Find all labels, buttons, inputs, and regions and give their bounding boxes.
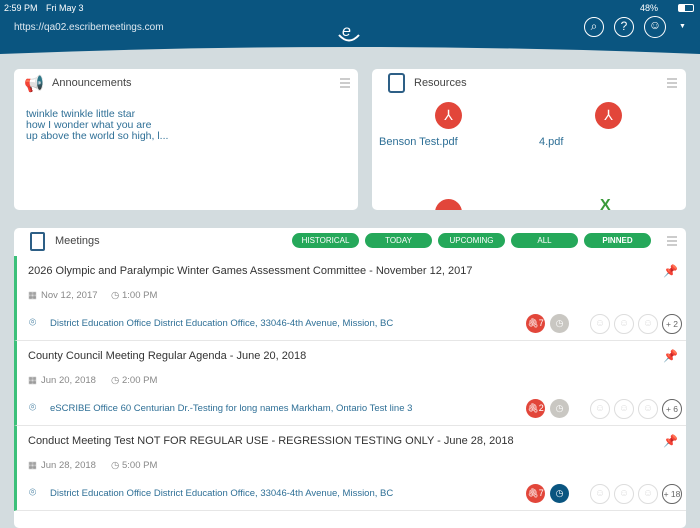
pdf-icon[interactable]: ⅄ <box>435 102 462 129</box>
clock-icon: ◷ <box>111 460 120 471</box>
meeting-location[interactable]: District Education Office District Educa… <box>50 318 393 329</box>
announcement-line: up above the world so high, l... <box>26 130 169 142</box>
attendee-avatar: ☺ <box>638 484 658 504</box>
status-date: Fri May 3 <box>46 3 84 13</box>
location-pin-icon: ⌾ <box>29 400 37 414</box>
clock-icon: ◷ <box>111 375 120 386</box>
meeting-date: Jun 28, 2018 <box>41 460 96 471</box>
meeting-title[interactable]: Conduct Meeting Test NOT FOR REGULAR USE… <box>28 435 514 447</box>
app-header: 2:59 PM Fri May 3 48% https://qa02.escri… <box>0 0 700 60</box>
search-icon[interactable]: ⌕ <box>584 17 604 37</box>
user-menu-chevron-icon[interactable]: ▼ <box>679 23 686 30</box>
clock-status-icon[interactable]: ◷ <box>550 314 569 333</box>
pin-icon[interactable]: 📌 <box>663 349 678 363</box>
meetings-title: Meetings <box>55 235 100 247</box>
announcement-text[interactable]: twinkle twinkle little star how I wonder… <box>26 109 168 142</box>
attachment-count: 7 <box>538 488 544 498</box>
svg-text:e: e <box>342 23 351 40</box>
attendee-avatar: ☺ <box>614 399 634 419</box>
announcements-title: Announcements <box>52 77 132 89</box>
meeting-row[interactable]: 2026 Olympic and Paralympic Winter Games… <box>14 256 686 341</box>
filter-upcoming[interactable]: UPCOMING <box>438 233 505 248</box>
attendee-avatar: ☺ <box>590 484 610 504</box>
filter-all[interactable]: ALL <box>511 233 578 248</box>
attachment-count: 2 <box>538 403 544 413</box>
more-attendees-count[interactable]: + 2 <box>662 314 682 334</box>
document-icon <box>388 73 405 93</box>
location-pin-icon: ⌾ <box>29 315 37 329</box>
battery-level: 48% <box>640 3 659 13</box>
site-url: https://qa02.escribemeetings.com <box>14 22 164 33</box>
more-attendees-count[interactable]: + 6 <box>662 399 682 419</box>
meeting-row[interactable]: Conduct Meeting Test NOT FOR REGULAR USE… <box>14 426 686 511</box>
attachment-count: 7 <box>538 318 544 328</box>
calendar-icon: ▦ <box>28 375 37 386</box>
meeting-time: 5:00 PM <box>122 460 158 471</box>
more-attendees-count[interactable]: + 18 <box>662 484 682 504</box>
meeting-title[interactable]: 2026 Olympic and Paralympic Winter Games… <box>28 265 472 277</box>
resource-file-link[interactable]: Benson Test.pdf <box>379 136 458 148</box>
filter-today[interactable]: TODAY <box>365 233 432 248</box>
attendee-avatar: ☺ <box>590 399 610 419</box>
clock-icon: ◷ <box>111 290 120 301</box>
clock-status-icon[interactable]: ◷ <box>550 399 569 418</box>
meetings-card: Meetings HISTORICAL TODAY UPCOMING ALL P… <box>14 228 686 528</box>
calendar-icon: ▦ <box>28 460 37 471</box>
attachments-badge[interactable]: 🖇7 <box>526 484 545 503</box>
resources-title: Resources <box>414 77 467 89</box>
list-view-icon[interactable] <box>340 78 350 88</box>
calendar-icon: ▦ <box>28 290 37 301</box>
user-avatar-icon[interactable]: ☺ <box>644 16 666 38</box>
battery-icon <box>678 4 694 12</box>
filter-historical[interactable]: HISTORICAL <box>292 233 359 248</box>
attendee-avatar: ☺ <box>638 399 658 419</box>
meeting-title[interactable]: County Council Meeting Regular Agenda - … <box>28 350 306 362</box>
grid-view-icon[interactable] <box>667 236 677 246</box>
announcements-card: 📢 Announcements twinkle twinkle little s… <box>14 69 358 210</box>
pdf-icon[interactable]: ⅄ <box>595 102 622 129</box>
megaphone-icon: 📢 <box>24 76 44 93</box>
help-icon[interactable]: ? <box>614 17 634 37</box>
list-view-icon[interactable] <box>667 78 677 88</box>
resource-file-link[interactable]: 4.pdf <box>539 136 563 148</box>
meeting-time: 2:00 PM <box>122 375 158 386</box>
pin-icon[interactable]: 📌 <box>663 434 678 448</box>
attendee-avatar: ☺ <box>638 314 658 334</box>
attendee-avatar: ☺ <box>614 484 634 504</box>
resources-card: Resources ⅄ Benson Test.pdf ⅄ 4.pdf X <box>372 69 686 210</box>
status-time: 2:59 PM <box>4 3 38 13</box>
escribe-logo: e <box>338 23 360 42</box>
meeting-date: Nov 12, 2017 <box>41 290 98 301</box>
meeting-location[interactable]: eSCRIBE Office 60 Centurian Dr.-Testing … <box>50 403 412 414</box>
meeting-date: Jun 20, 2018 <box>41 375 96 386</box>
attachments-badge[interactable]: 🖇2 <box>526 399 545 418</box>
attachments-badge[interactable]: 🖇7 <box>526 314 545 333</box>
location-pin-icon: ⌾ <box>29 485 37 499</box>
clock-status-icon[interactable]: ◷ <box>550 484 569 503</box>
pdf-icon[interactable] <box>435 199 462 210</box>
pin-icon[interactable]: 📌 <box>663 264 678 278</box>
meeting-row[interactable]: County Council Meeting Regular Agenda - … <box>14 341 686 426</box>
clipboard-icon <box>30 232 45 251</box>
filter-pinned[interactable]: PINNED <box>584 233 651 248</box>
meeting-time: 1:00 PM <box>122 290 158 301</box>
attendee-avatar: ☺ <box>614 314 634 334</box>
excel-icon[interactable]: X <box>600 197 611 210</box>
attendee-avatar: ☺ <box>590 314 610 334</box>
meeting-location[interactable]: District Education Office District Educa… <box>50 488 393 499</box>
